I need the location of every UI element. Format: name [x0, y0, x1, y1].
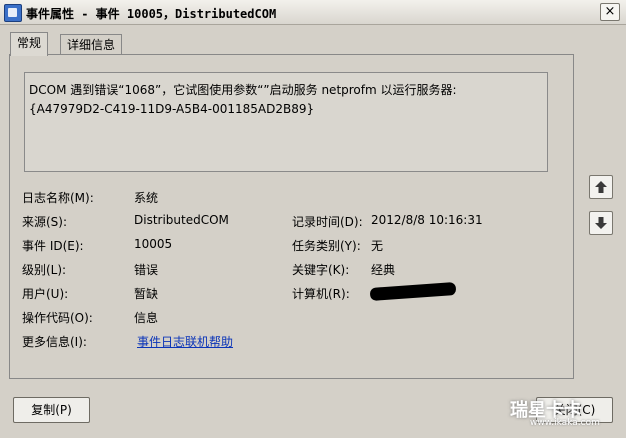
next-event-button[interactable]	[589, 211, 613, 235]
logged-value: 2012/8/8 10:16:31	[371, 213, 483, 227]
source-label: 来源(S):	[22, 215, 68, 229]
log-name-value: 系统	[134, 191, 159, 205]
source-value: DistributedCOM	[134, 213, 229, 227]
window-title: 事件属性 - 事件 10005，DistributedCOM	[26, 7, 277, 21]
description-line-1: DCOM 遇到错误“1068”，它试图使用参数“”启动服务 netprofm 以…	[29, 83, 457, 97]
opcode-label: 操作代码(O):	[22, 311, 93, 325]
title-bar: 事件属性 - 事件 10005，DistributedCOM ×	[0, 0, 626, 25]
computer-label: 计算机(R):	[292, 287, 350, 301]
window-close-button[interactable]: ×	[600, 3, 620, 21]
tab-general[interactable]: 常规	[10, 32, 49, 56]
description-line-2: {A47979D2-C419-11D9-A5B4-001185AD2B89}	[29, 102, 315, 116]
opcode-value: 信息	[134, 311, 159, 325]
event-viewer-icon	[4, 4, 22, 22]
task-category-value: 无	[371, 239, 384, 253]
previous-event-button[interactable]	[589, 175, 613, 199]
online-help-link[interactable]: 事件日志联机帮助	[137, 333, 233, 350]
level-label: 级别(L):	[22, 263, 67, 277]
user-value: 暂缺	[134, 287, 159, 301]
arrow-down-icon	[595, 217, 607, 229]
keywords-label: 关键字(K):	[292, 263, 350, 277]
logged-label: 记录时间(D):	[292, 215, 363, 229]
keywords-value: 经典	[371, 263, 396, 277]
level-value: 错误	[134, 263, 159, 277]
user-label: 用户(U):	[22, 287, 69, 301]
event-id-value: 10005	[134, 237, 173, 251]
event-id-label: 事件 ID(E):	[22, 239, 84, 253]
watermark-url: www.ikaka.com	[530, 418, 600, 428]
tab-details[interactable]: 详细信息	[60, 34, 123, 55]
task-category-label: 任务类别(Y):	[292, 239, 361, 253]
more-info-label: 更多信息(I):	[22, 335, 87, 349]
arrow-up-icon	[595, 181, 607, 193]
log-name-label: 日志名称(M):	[22, 191, 94, 205]
copy-button[interactable]: 复制(P)	[13, 397, 90, 423]
event-description[interactable]: DCOM 遇到错误“1068”，它试图使用参数“”启动服务 netprofm 以…	[24, 72, 548, 172]
